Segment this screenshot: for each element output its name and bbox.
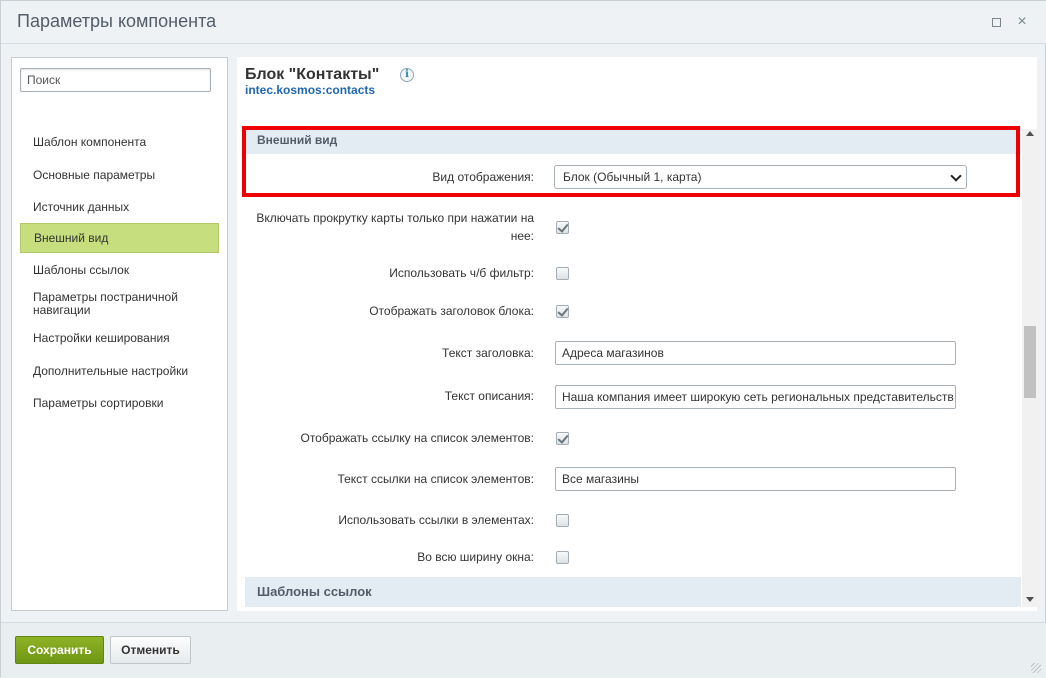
- description-text-input[interactable]: Наша компания имеет широкую сеть региона…: [555, 385, 956, 409]
- sidebar-item-caching[interactable]: Настройки кеширования: [20, 321, 219, 355]
- use-item-links-label: Использовать ссылки в элементах:: [338, 513, 534, 527]
- section-header-link-templates[interactable]: Шаблоны ссылок: [245, 577, 1021, 607]
- full-width-checkbox[interactable]: [556, 551, 569, 564]
- header-text-input[interactable]: Адреса магазинов: [555, 341, 956, 365]
- map-scroll-label: Включать прокрутку карты только при нажа…: [256, 211, 534, 243]
- cancel-button[interactable]: Отменить: [110, 636, 191, 664]
- info-icon[interactable]: i: [400, 68, 414, 82]
- show-list-link-checkbox[interactable]: [556, 432, 569, 445]
- component-parameters-dialog: Параметры компонента × Шаблон компонента…: [0, 0, 1046, 678]
- component-title: Блок "Контакты": [245, 66, 380, 83]
- map-scroll-checkbox[interactable]: [556, 221, 569, 234]
- list-link-text-input[interactable]: Все магазины: [555, 467, 956, 491]
- header-text-label: Текст заголовка:: [442, 346, 534, 360]
- description-text-label: Текст описания:: [444, 389, 534, 403]
- scrollbar[interactable]: [1022, 129, 1038, 607]
- dialog-footer: Сохранить Отменить: [1, 622, 1046, 678]
- use-item-links-checkbox[interactable]: [556, 514, 569, 527]
- sidebar: Шаблон компонента Основные параметры Ист…: [11, 57, 228, 611]
- sidebar-list: Шаблон компонента Основные параметры Ист…: [20, 126, 219, 419]
- sidebar-item-data-source[interactable]: Источник данных: [20, 191, 219, 223]
- resize-grip-icon[interactable]: [1031, 663, 1041, 673]
- sidebar-item-basic-params[interactable]: Основные параметры: [20, 159, 219, 191]
- sidebar-item-appearance[interactable]: Внешний вид: [20, 223, 219, 253]
- full-width-label: Во всю ширину окна:: [417, 550, 534, 564]
- scroll-thumb[interactable]: [1024, 326, 1036, 398]
- sidebar-item-link-templates[interactable]: Шаблоны ссылок: [20, 253, 219, 287]
- show-header-checkbox[interactable]: [556, 305, 569, 318]
- save-button[interactable]: Сохранить: [15, 636, 104, 664]
- close-icon[interactable]: ×: [1015, 12, 1029, 32]
- bw-filter-checkbox[interactable]: [556, 267, 569, 280]
- sidebar-item-component-template[interactable]: Шаблон компонента: [20, 126, 219, 159]
- list-link-text-label: Текст ссылки на список элементов:: [337, 472, 534, 486]
- highlight-frame: [242, 126, 1020, 197]
- scroll-down-icon[interactable]: [1026, 597, 1034, 602]
- sidebar-item-additional[interactable]: Дополнительные настройки: [20, 355, 219, 387]
- bw-filter-label: Использовать ч/б фильтр:: [389, 266, 534, 280]
- show-header-label: Отображать заголовок блока:: [369, 304, 534, 318]
- title-bar: Параметры компонента ×: [1, 1, 1046, 44]
- show-list-link-label: Отображать ссылку на список элементов:: [300, 431, 534, 445]
- sidebar-item-pagination[interactable]: Параметры постраничной навигации: [20, 287, 219, 321]
- dialog-title: Параметры компонента: [17, 11, 217, 31]
- sidebar-item-sorting[interactable]: Параметры сортировки: [20, 387, 219, 419]
- component-code: intec.kosmos:contacts: [245, 83, 376, 97]
- scroll-up-icon[interactable]: [1026, 131, 1034, 136]
- search-input[interactable]: [20, 68, 211, 92]
- maximize-icon[interactable]: [992, 18, 1001, 27]
